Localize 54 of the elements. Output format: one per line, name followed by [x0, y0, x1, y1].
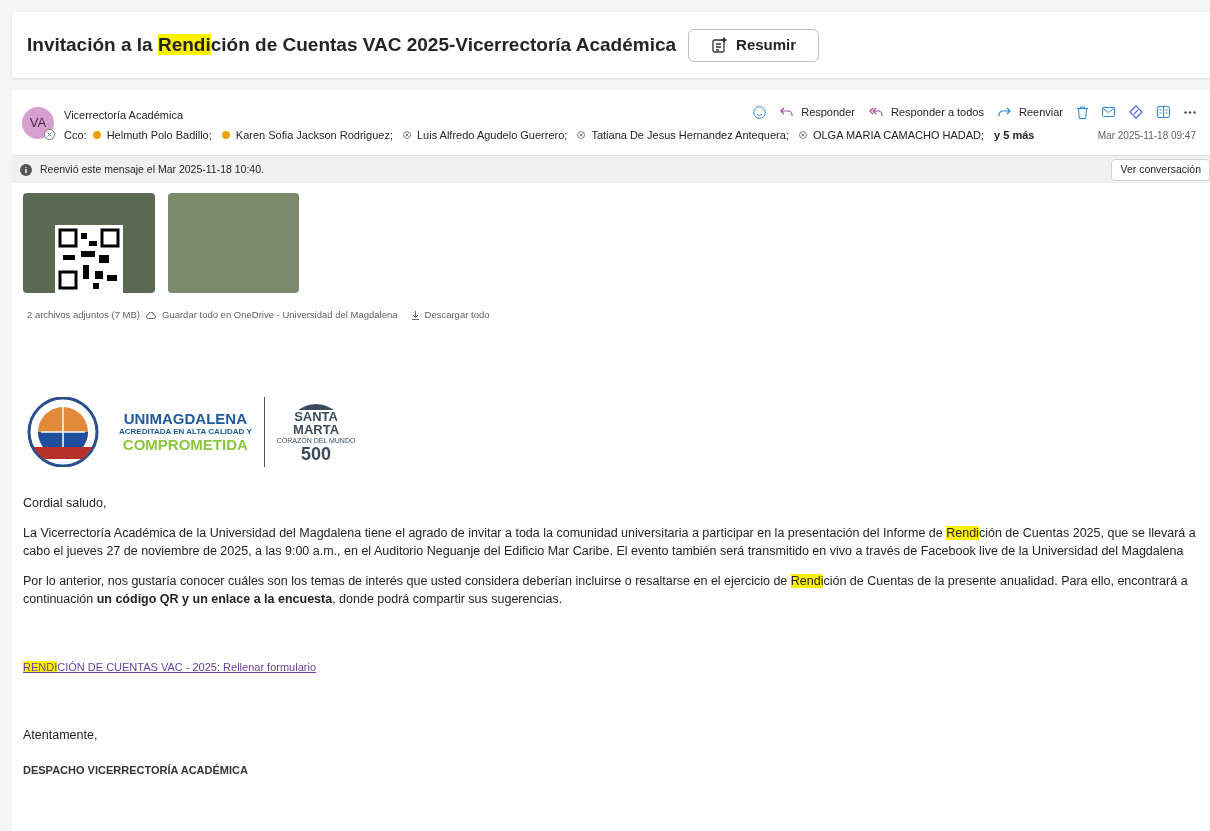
view-conversation-button[interactable]: Ver conversación: [1111, 158, 1210, 181]
mail-icon[interactable]: [1102, 107, 1115, 117]
body-paragraph: Atentamente,: [23, 727, 99, 745]
status-unknown-icon: [577, 131, 586, 139]
more-options-icon[interactable]: [1184, 110, 1196, 114]
message-date: Mar 2025-11-18 09:47: [1097, 128, 1197, 143]
reply-button[interactable]: Responder: [780, 103, 855, 121]
recipient-name[interactable]: Karen Sofia Jackson Rodriguez;: [235, 126, 393, 144]
recipient-name[interactable]: Luis Alfredo Agudelo Guerrero;: [416, 126, 568, 144]
summarize-button[interactable]: Resumir: [688, 28, 820, 62]
university-seal-drawing: [27, 397, 99, 468]
body-paragraph: La Vicerrectoría Académica de la Universidad del Magdalena tiene el agrado de invitar a toda la comunidad universitaria a participar en la presentación del Informe de Rendición de Cuentas 2025, que se llevará a cabo el jueves 27 de noviembre de 2025, a las 9:00 a.m., en el Auditorio Neguanje del Edificio Mar Caribe. El evento también será transmitido en vivo a través de Facebook live de la Universidad del Magdalena: [23, 525, 1197, 561]
anniversary-number: 500: [301, 445, 332, 464]
delete-icon[interactable]: [1077, 105, 1088, 119]
body-paragraph: Cordial saludo,: [23, 495, 108, 513]
recipient-name[interactable]: Tatiana De Jesus Hernandez Antequera;: [591, 126, 789, 144]
recipient-name[interactable]: Helmuth Polo Badillo;: [106, 126, 212, 144]
download-icon: [411, 310, 419, 320]
status-away-dot: [92, 131, 101, 139]
forward-icon: [997, 107, 1011, 117]
survey-link[interactable]: RENDICIÓN DE CUENTAS VAC - 2025: Rellenar formulario: [23, 658, 316, 677]
signature-text: DESPACHO VICERRECTORÍA ACADÉMICA: [23, 763, 249, 779]
status-unknown-icon: [44, 129, 55, 140]
tag-icon[interactable]: [1129, 105, 1143, 119]
cloud-icon: [146, 311, 156, 319]
reply-all-icon: [869, 107, 883, 117]
bcc-label: Cco:: [64, 127, 87, 143]
info-icon: [20, 163, 32, 176]
emoji-icon[interactable]: [753, 105, 767, 119]
subject-title: Invitación a la Rendición de Cuentas VAC 2025-Vicerrectoría Académica: [27, 32, 677, 57]
qr-image-attachment[interactable]: [23, 193, 155, 293]
logo-tagline: COMPROMETIDA: [122, 437, 248, 454]
sender-name[interactable]: Vicerrectoría Académica: [64, 106, 184, 124]
body-paragraph: Por lo anterior, nos gustaría conocer cuáles son los temas de interés que usted considera deberían incluirse o resaltarse en el ejercicio de Rendición de Cuentas de la presente anualidad. Para ello, encontrará a continuación un código QR y un enlace a la encuesta, donde podrá compartir sus sugerencias.: [23, 573, 1189, 609]
reading-pane-icon[interactable]: [1157, 106, 1170, 118]
logo-subtitle: ACREDITADA EN ALTA CALIDAD Y: [119, 427, 252, 438]
reply-all-button[interactable]: Responder a todos: [869, 103, 984, 121]
forward-button[interactable]: Reenviar: [997, 103, 1063, 121]
save-all-link[interactable]: Guardar todo en OneDrive - Universidad del Magdalena: [162, 308, 398, 323]
status-unknown-icon: [402, 131, 411, 139]
summary-icon: [711, 36, 729, 54]
status-away-dot: [221, 131, 230, 139]
city-name: MARTA: [293, 423, 340, 437]
download-all-link[interactable]: Descargar todo: [424, 308, 490, 323]
qr-code-drawing: [55, 225, 123, 293]
more-recipients-link[interactable]: y 5 más: [994, 126, 1035, 144]
reply-icon: [780, 107, 794, 117]
forwarded-notice: Reenvió este mensaje el Mar 2025-11-18 10:40.: [40, 161, 264, 177]
status-unknown-icon: [798, 131, 807, 139]
avatar[interactable]: VA: [22, 107, 54, 139]
attachment-summary: 2 archivos adjuntos (7 MB): [27, 308, 140, 322]
recipient-name[interactable]: OLGA MARIA CAMACHO HADAD;: [812, 126, 985, 144]
city-name: SANTA: [294, 410, 338, 424]
logo-title: UNIMAGDALENA: [123, 411, 248, 428]
